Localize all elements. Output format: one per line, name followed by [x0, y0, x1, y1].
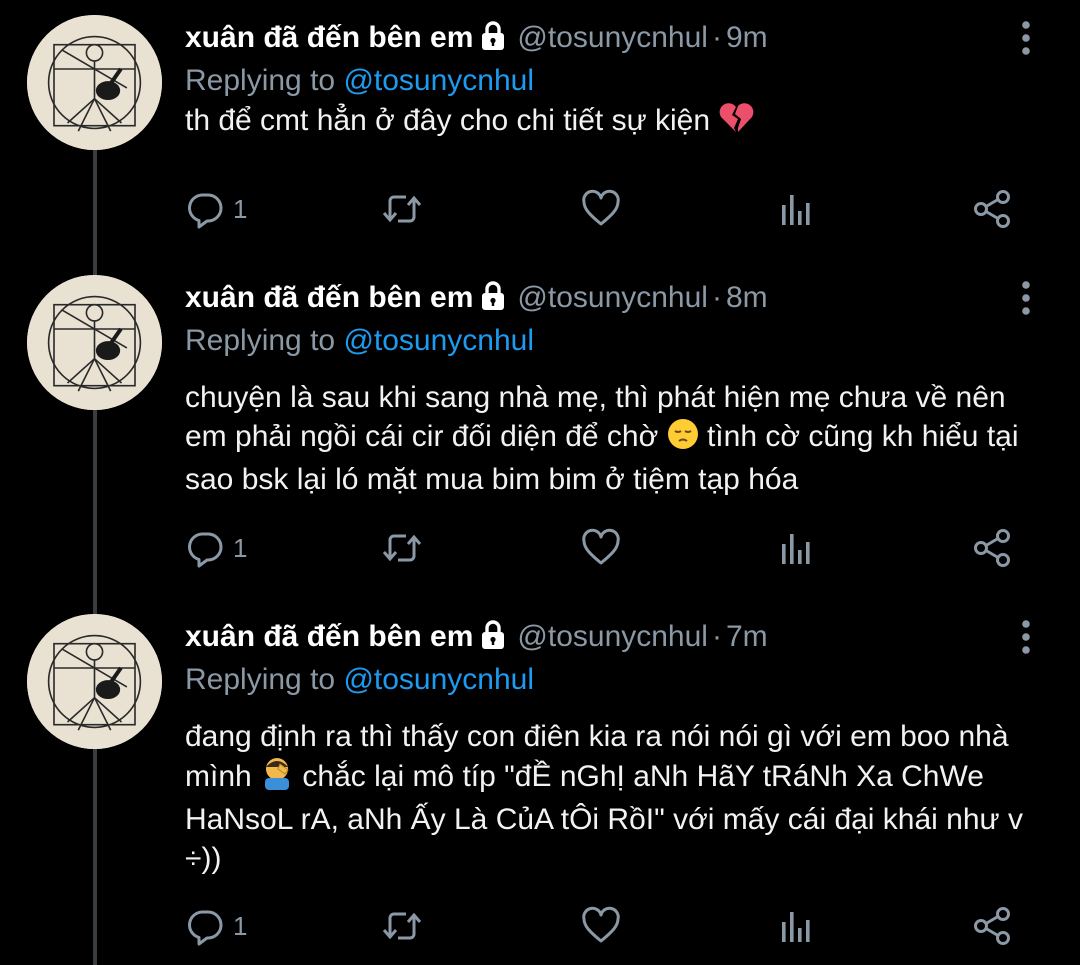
analytics-button[interactable]: [778, 523, 814, 573]
reply-button[interactable]: 1: [185, 523, 247, 573]
like-button[interactable]: [580, 901, 622, 951]
avatar[interactable]: [27, 15, 162, 150]
replying-prefix: Replying to: [185, 324, 336, 357]
replying-to: Replying to @tosunycnhul: [185, 60, 534, 102]
more-vertical-icon[interactable]: [1014, 274, 1038, 324]
like-icon: [580, 189, 622, 229]
display-name[interactable]: xuân đã đến bên em: [185, 281, 473, 314]
share-icon: [972, 905, 1014, 947]
share-button[interactable]: [972, 184, 1014, 234]
share-button[interactable]: [972, 523, 1014, 573]
retweet-icon: [380, 906, 424, 946]
username[interactable]: @tosunycnhul: [517, 281, 708, 314]
display-name[interactable]: xuân đã đến bên em: [185, 620, 473, 653]
tweet-text-part: chắc lại mô típ "đỀ nGhỊ aNh HãY tRáNh X…: [185, 760, 1023, 875]
tweet-text: đang định ra thì thấy con điên kia ra nó…: [185, 717, 1030, 878]
reply-icon: [185, 906, 225, 946]
separator-dot: ·: [711, 21, 722, 54]
replying-to-handle[interactable]: @tosunycnhul: [343, 64, 534, 97]
reply-count: 1: [233, 532, 248, 563]
timestamp[interactable]: 7m: [726, 620, 768, 653]
analytics-button[interactable]: [778, 184, 814, 234]
tweet-thread: xuân đã đến bên em @tosunycnhul · 9m Replyi…: [0, 0, 1080, 965]
more-vertical-icon[interactable]: [1014, 613, 1038, 663]
separator-dot: ·: [711, 620, 722, 653]
replying-prefix: Replying to: [185, 663, 336, 696]
like-button[interactable]: [580, 523, 622, 573]
retweet-button[interactable]: [380, 901, 424, 951]
retweet-button[interactable]: [380, 184, 424, 234]
analytics-icon: [778, 189, 814, 229]
tweet-text: chuyện là sau khi sang nhà mẹ, thì phát …: [185, 378, 1030, 499]
tweet-text-part: th để cmt hẳn ở đây cho chi tiết sự kiện: [185, 104, 711, 137]
tweet-actions: 1: [185, 901, 1035, 951]
replying-to: Replying to @tosunycnhul: [185, 659, 534, 701]
lock-icon: [479, 21, 507, 62]
like-button[interactable]: [580, 184, 622, 234]
broken-heart-emoji: [718, 100, 754, 144]
reply-count: 1: [233, 910, 248, 941]
tweet-header: xuân đã đến bên em @tosunycnhul · 7m: [185, 617, 1020, 661]
avatar[interactable]: [27, 614, 162, 749]
timestamp[interactable]: 8m: [726, 281, 768, 314]
tweet-text: th để cmt hẳn ở đây cho chi tiết sự kiện: [185, 100, 1030, 144]
analytics-button[interactable]: [778, 901, 814, 951]
display-name[interactable]: xuân đã đến bên em: [185, 21, 473, 54]
retweet-button[interactable]: [380, 523, 424, 573]
like-icon: [580, 906, 622, 946]
reply-icon: [185, 528, 225, 568]
more-vertical-icon[interactable]: [1014, 14, 1038, 64]
avatar-image: [27, 15, 162, 150]
tweet-header: xuân đã đến bên em @tosunycnhul · 9m: [185, 18, 1020, 62]
avatar[interactable]: [27, 275, 162, 410]
share-button[interactable]: [972, 901, 1014, 951]
avatar-image: [27, 614, 162, 749]
username[interactable]: @tosunycnhul: [517, 620, 708, 653]
avatar-image: [27, 275, 162, 410]
thread-line: [93, 150, 97, 965]
retweet-icon: [380, 528, 424, 568]
retweet-icon: [380, 189, 424, 229]
share-icon: [972, 188, 1014, 230]
share-icon: [972, 527, 1014, 569]
lock-icon: [479, 281, 507, 322]
pensive-face-emoji: [667, 418, 699, 460]
username[interactable]: @tosunycnhul: [517, 21, 708, 54]
tweet-header: xuân đã đến bên em @tosunycnhul · 8m: [185, 278, 1020, 322]
lock-icon: [479, 620, 507, 661]
reply-count: 1: [233, 193, 248, 224]
analytics-icon: [778, 528, 814, 568]
reply-button[interactable]: 1: [185, 901, 247, 951]
timestamp[interactable]: 9m: [726, 21, 768, 54]
tweet-actions: 1: [185, 523, 1035, 573]
replying-to: Replying to @tosunycnhul: [185, 320, 534, 362]
replying-to-handle[interactable]: @tosunycnhul: [343, 663, 534, 696]
reply-icon: [185, 189, 225, 229]
replying-prefix: Replying to: [185, 64, 336, 97]
tweet-actions: 1: [185, 184, 1035, 234]
replying-to-handle[interactable]: @tosunycnhul: [343, 324, 534, 357]
reply-button[interactable]: 1: [185, 184, 247, 234]
like-icon: [580, 528, 622, 568]
separator-dot: ·: [711, 281, 722, 314]
analytics-icon: [778, 906, 814, 946]
facepalm-emoji: [260, 756, 294, 800]
